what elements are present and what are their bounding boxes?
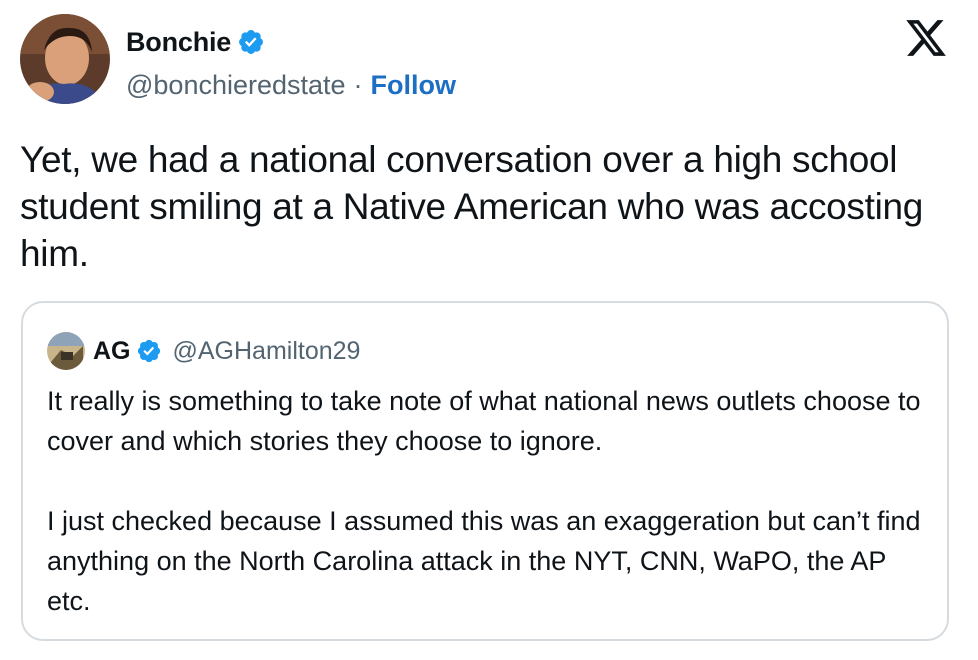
- author-handle[interactable]: @bonchieredstate: [126, 70, 346, 101]
- tweet-text: Yet, we had a national conversation over…: [20, 139, 924, 274]
- author-name-row: Bonchie: [126, 24, 456, 60]
- quoted-author-handle[interactable]: @AGHamilton29: [173, 337, 361, 366]
- quoted-tweet-header: AG @AGHamilton29: [47, 332, 360, 370]
- author-handle-row: @bonchieredstate · Follow: [126, 70, 456, 101]
- separator-dot: ·: [353, 70, 363, 100]
- tweet-card: Bonchie @bonchieredstate · Follow Yet, w…: [0, 0, 978, 660]
- verified-badge-icon: [237, 28, 265, 56]
- x-logo-icon[interactable]: [904, 16, 948, 60]
- verified-badge-icon: [136, 338, 162, 364]
- quoted-tweet[interactable]: AG @AGHamilton29 It really is something …: [21, 301, 949, 641]
- author-display-name[interactable]: Bonchie: [126, 27, 231, 58]
- quoted-tweet-paragraph: I just checked because I assumed this wa…: [47, 506, 921, 616]
- author-avatar[interactable]: [20, 14, 110, 104]
- follow-button[interactable]: Follow: [371, 70, 456, 101]
- quoted-tweet-paragraph: It really is something to take note of w…: [47, 386, 921, 456]
- tweet-header: Bonchie @bonchieredstate · Follow: [20, 14, 456, 110]
- quoted-author-avatar[interactable]: [47, 332, 85, 370]
- quoted-tweet-text: It really is something to take note of w…: [47, 381, 927, 621]
- quoted-author-display-name[interactable]: AG: [93, 337, 131, 366]
- author-identity: Bonchie @bonchieredstate · Follow: [126, 24, 456, 101]
